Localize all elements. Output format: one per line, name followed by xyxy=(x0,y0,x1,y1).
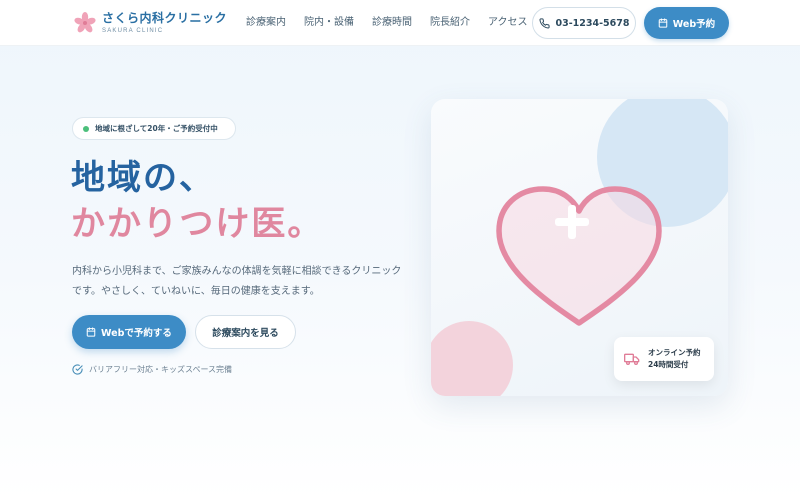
check-circle-icon xyxy=(72,364,83,375)
hero-title-line2: かかりつけ医。 xyxy=(71,204,324,244)
nav-item-services[interactable]: 診療案内 xyxy=(246,16,286,30)
accessibility-note-text: バリアフリー対応・キッズスペース完備 xyxy=(89,365,233,374)
main-nav: 診療案内 院内・設備 診療時間 院長紹介 アクセス xyxy=(246,16,528,30)
nav-item-hours[interactable]: 診療時間 xyxy=(372,16,412,30)
online-reservation-box[interactable]: オンライン予約 24時間受付 xyxy=(614,337,714,381)
phone-button[interactable]: 03-1234-5678 xyxy=(532,7,636,39)
status-badge: 地域に根ざして20年・ご予約受付中 xyxy=(72,117,236,140)
nav-item-facilities[interactable]: 院内・設備 xyxy=(304,16,354,30)
reserve-online-button[interactable]: Webで予約する xyxy=(72,315,186,349)
phone-number: 03-1234-5678 xyxy=(555,17,630,29)
decorative-blob-pink xyxy=(431,321,513,396)
hero-title-line1: 地域の、 xyxy=(71,158,215,198)
sakura-flower-icon xyxy=(74,12,96,33)
site-header: さくら内科クリニック SAKURA CLINIC 診療案内 院内・設備 診療時間… xyxy=(0,0,800,46)
web-reserve-label: Web予約 xyxy=(672,19,716,30)
nav-item-director[interactable]: 院長紹介 xyxy=(430,16,470,30)
online-reservation-title: オンライン予約 xyxy=(648,348,701,357)
nav-item-access[interactable]: アクセス xyxy=(488,16,528,30)
truck-icon xyxy=(624,353,640,365)
view-services-label: 診療案内を見る xyxy=(212,328,279,339)
logo-title: さくら内科クリニック xyxy=(102,11,228,25)
hero-lead: 内科から小児科まで、ご家族みんなの体調を気軽に相談できるクリニックです。やさしく… xyxy=(72,266,402,297)
badge-text: 地域に根ざして20年・ご予約受付中 xyxy=(95,124,218,133)
calendar-icon xyxy=(658,18,668,28)
web-reserve-button[interactable]: Web予約 xyxy=(644,7,729,39)
accessibility-note: バリアフリー対応・キッズスペース完備 xyxy=(72,364,232,375)
online-reservation-hours: 24時間受付 xyxy=(648,360,689,369)
view-services-button[interactable]: 診療案内を見る xyxy=(195,315,296,349)
badge-dot-icon xyxy=(83,125,89,132)
calendar-icon xyxy=(86,327,96,337)
heart-cross-icon xyxy=(496,186,662,326)
logo-subtitle: SAKURA CLINIC xyxy=(102,28,164,34)
hero-illustration-card: オンライン予約 24時間受付 xyxy=(431,99,728,396)
reserve-online-label: Webで予約する xyxy=(101,328,172,339)
phone-icon xyxy=(538,17,550,29)
logo[interactable]: さくら内科クリニック SAKURA CLINIC xyxy=(74,10,227,34)
